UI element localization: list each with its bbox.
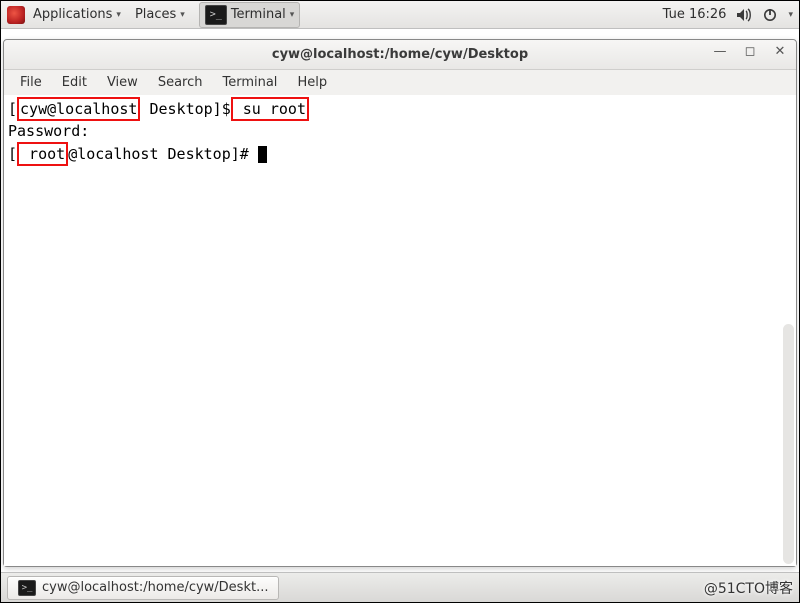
menu-terminal[interactable]: Terminal: [214, 72, 285, 93]
chevron-down-icon: ▾: [290, 10, 295, 20]
gnome-top-bar: Applications ▾ Places ▾ >_ Terminal ▾ Tu…: [1, 1, 799, 29]
activities-icon[interactable]: [7, 6, 25, 24]
chevron-down-icon[interactable]: ▾: [788, 10, 793, 20]
chevron-down-icon: ▾: [180, 10, 185, 20]
terminal-line: [ root@localhost Desktop]#: [8, 142, 792, 166]
scrollbar[interactable]: [783, 324, 794, 564]
terminal-line: [cyw@localhost Desktop]$ su root: [8, 97, 792, 121]
power-icon[interactable]: [762, 7, 778, 23]
menu-edit[interactable]: Edit: [54, 72, 95, 93]
terminal-body[interactable]: [cyw@localhost Desktop]$ su root Passwor…: [4, 95, 796, 566]
menu-view[interactable]: View: [99, 72, 146, 93]
terminal-icon: >_: [205, 5, 227, 25]
places-label: Places: [135, 7, 176, 22]
menubar: File Edit View Search Terminal Help: [4, 70, 796, 95]
terminal-window: cyw@localhost:/home/cyw/Desktop — ◻ ✕ Fi…: [3, 39, 797, 567]
maximize-button[interactable]: ◻: [742, 44, 758, 59]
terminal-app-label: Terminal: [231, 7, 286, 22]
terminal-app-menu[interactable]: >_ Terminal ▾: [199, 2, 300, 28]
taskbar-item-terminal[interactable]: >_ cyw@localhost:/home/cyw/Deskt...: [7, 576, 279, 600]
menu-search[interactable]: Search: [150, 72, 211, 93]
chevron-down-icon: ▾: [116, 10, 121, 20]
bottom-taskbar: >_ cyw@localhost:/home/cyw/Deskt...: [1, 572, 799, 602]
window-title: cyw@localhost:/home/cyw/Desktop: [272, 47, 528, 62]
applications-label: Applications: [33, 7, 112, 22]
terminal-line: Password:: [8, 121, 792, 141]
menu-help[interactable]: Help: [289, 72, 335, 93]
highlight-user: cyw@localhost: [17, 97, 140, 121]
volume-icon[interactable]: [736, 7, 752, 23]
minimize-button[interactable]: —: [712, 44, 728, 59]
places-menu[interactable]: Places ▾: [129, 4, 191, 25]
applications-menu[interactable]: Applications ▾: [27, 4, 127, 25]
close-button[interactable]: ✕: [772, 44, 788, 59]
clock[interactable]: Tue 16:26: [663, 7, 727, 22]
terminal-icon: >_: [18, 580, 36, 596]
menu-file[interactable]: File: [12, 72, 50, 93]
titlebar[interactable]: cyw@localhost:/home/cyw/Desktop — ◻ ✕: [4, 40, 796, 70]
highlight-root: root: [17, 142, 68, 166]
highlight-command: su root: [231, 97, 309, 121]
taskbar-item-label: cyw@localhost:/home/cyw/Deskt...: [42, 580, 268, 595]
text-cursor: [258, 146, 267, 163]
watermark: @51CTO博客: [704, 578, 793, 598]
